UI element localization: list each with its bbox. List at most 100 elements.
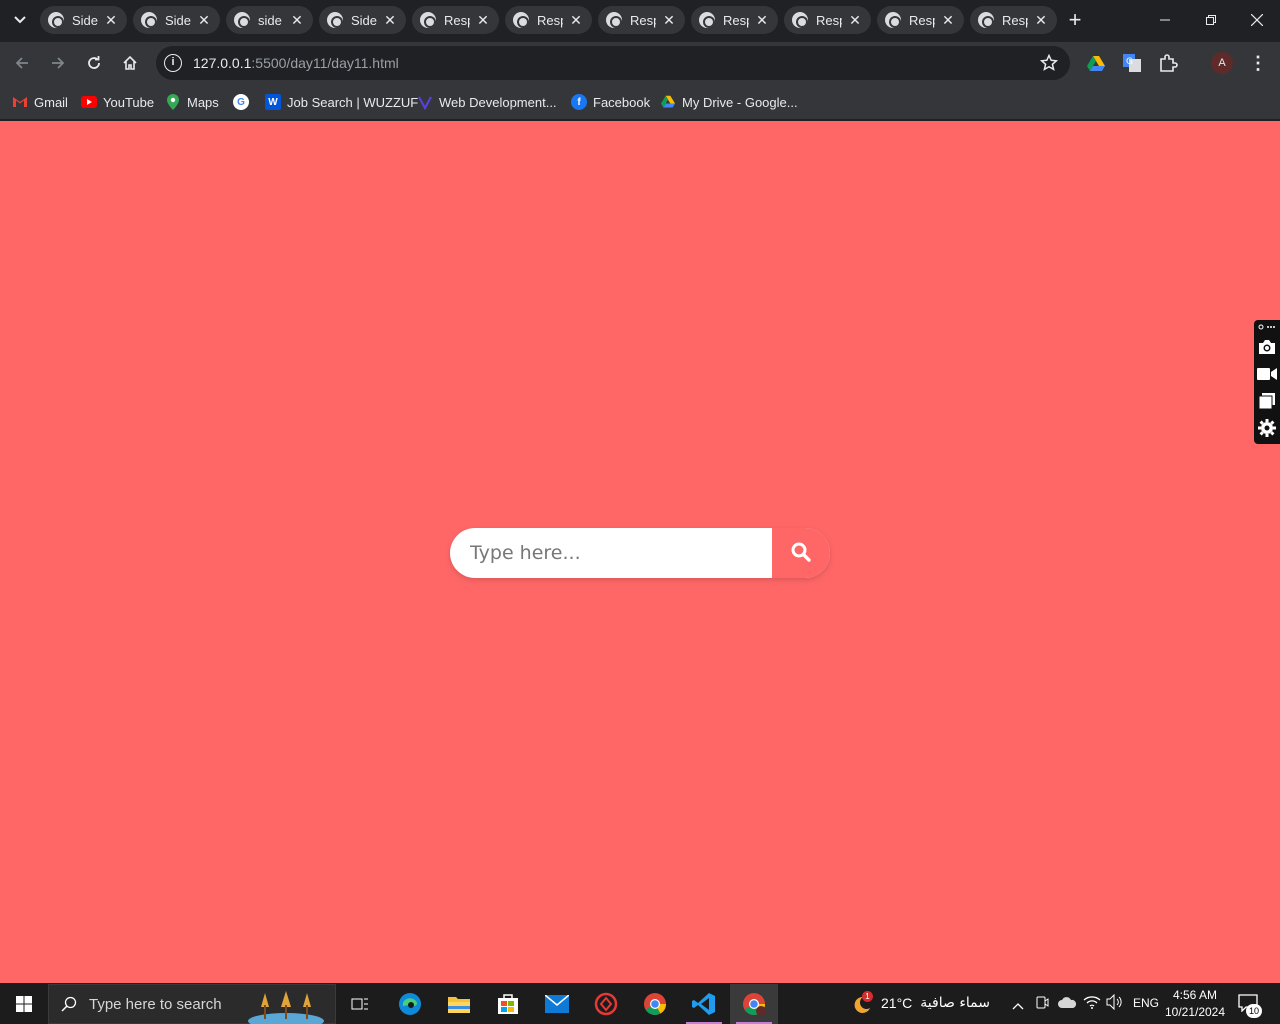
back-icon[interactable]	[8, 49, 36, 77]
wifi-icon[interactable]	[1083, 994, 1101, 1015]
video-camera-icon[interactable]	[1257, 364, 1277, 384]
bookmark-my-drive[interactable]: My Drive - Google...	[660, 92, 798, 112]
tab-title: Resp	[1002, 12, 1028, 28]
tab-search-chevron-icon[interactable]	[6, 8, 34, 32]
home-icon[interactable]	[116, 49, 144, 77]
reload-icon[interactable]	[80, 49, 108, 77]
tab[interactable]: Side ✕	[319, 6, 406, 34]
capture-toolbar	[1254, 320, 1280, 444]
google-drive-extension-icon[interactable]	[1086, 53, 1106, 73]
settings-gear-icon[interactable]	[1257, 418, 1277, 438]
tab[interactable]: Side ✕	[40, 6, 127, 34]
google-translate-extension-icon[interactable]: G	[1122, 53, 1142, 73]
mail-icon[interactable]	[533, 984, 581, 1024]
tab-title: side	[258, 12, 282, 28]
bookmark-google[interactable]: G	[233, 92, 255, 112]
globe-icon	[699, 12, 715, 28]
extensions-puzzle-icon[interactable]	[1158, 53, 1178, 73]
bookmark-star-icon[interactable]	[1039, 53, 1059, 77]
tab[interactable]: Resp ✕	[784, 6, 871, 34]
clock[interactable]: 4:56 AM 10/21/2024	[1160, 987, 1230, 1021]
tab-close-icon[interactable]: ✕	[103, 12, 119, 28]
restore-icon[interactable]	[1188, 0, 1234, 40]
globe-icon	[234, 12, 250, 28]
clock-time: 4:56 AM	[1172, 988, 1218, 1002]
globe-icon	[606, 12, 622, 28]
windows-taskbar: Type here to search 1 21°C سماء صافية EN…	[0, 984, 1280, 1024]
search-input[interactable]	[450, 528, 772, 578]
wuzzuf-icon: W	[265, 94, 281, 110]
web-dev-icon	[417, 94, 433, 110]
camera-icon[interactable]	[1257, 337, 1277, 357]
tab-close-icon[interactable]: ✕	[196, 12, 212, 28]
tab[interactable]: Resp ✕	[691, 6, 778, 34]
taskbar-search-box[interactable]: Type here to search	[48, 984, 336, 1024]
bookmark-facebook[interactable]: f Facebook	[571, 92, 650, 112]
gmail-icon	[12, 94, 28, 110]
bookmark-label: Web Development...	[439, 94, 557, 110]
more-options-icon[interactable]	[1257, 322, 1277, 332]
bookmark-gmail[interactable]: Gmail	[12, 92, 68, 112]
globe-icon	[420, 12, 436, 28]
page-content	[0, 121, 1280, 983]
tab[interactable]: side ✕	[226, 6, 313, 34]
tab-close-icon[interactable]: ✕	[661, 12, 677, 28]
file-explorer-icon[interactable]	[435, 984, 483, 1024]
tab-title: Resp	[537, 12, 563, 28]
search-button[interactable]	[772, 528, 830, 578]
bookmark-wuzzuf[interactable]: W Job Search | WUZZUF	[265, 92, 418, 112]
tab-close-icon[interactable]: ✕	[940, 12, 956, 28]
tab-close-icon[interactable]: ✕	[568, 12, 584, 28]
magnifier-icon	[61, 996, 77, 1012]
profile-avatar[interactable]: A	[1211, 52, 1233, 74]
google-icon: G	[233, 94, 249, 110]
meet-now-icon[interactable]	[1035, 995, 1049, 1016]
tab-close-icon[interactable]: ✕	[754, 12, 770, 28]
browser-toolbar: i 127.0.0.1:5500/day11/day11.html G A ⋮	[0, 42, 1280, 84]
forward-icon[interactable]	[44, 49, 72, 77]
tab-close-icon[interactable]: ✕	[382, 12, 398, 28]
language-indicator[interactable]: ENG	[1133, 996, 1159, 1010]
tab[interactable]: Resp ✕	[412, 6, 499, 34]
chrome-icon[interactable]	[631, 984, 679, 1024]
svg-text:G: G	[1126, 57, 1133, 67]
volume-icon[interactable]	[1106, 993, 1124, 1015]
bookmark-maps[interactable]: Maps	[165, 92, 219, 112]
address-bar[interactable]: i 127.0.0.1:5500/day11/day11.html	[156, 46, 1070, 80]
security-app-icon[interactable]	[582, 984, 630, 1024]
tab-title: Resp	[630, 12, 656, 28]
tab-close-icon[interactable]: ✕	[1033, 12, 1049, 28]
windows-start-icon[interactable]	[0, 984, 48, 1024]
close-window-icon[interactable]	[1234, 0, 1280, 40]
tab[interactable]: Side ✕	[133, 6, 220, 34]
drive-icon	[660, 94, 676, 110]
bookmark-label: Gmail	[34, 94, 68, 110]
edge-icon[interactable]	[386, 984, 434, 1024]
globe-icon	[141, 12, 157, 28]
bookmark-youtube[interactable]: YouTube	[81, 92, 154, 112]
weather-description[interactable]: سماء صافية	[918, 995, 990, 1011]
tab-close-icon[interactable]: ✕	[289, 12, 305, 28]
site-info-icon[interactable]: i	[164, 54, 182, 72]
youtube-icon	[81, 94, 97, 110]
tab[interactable]: Resp ✕	[505, 6, 592, 34]
url-text[interactable]: 127.0.0.1:5500/day11/day11.html	[193, 55, 399, 71]
tab[interactable]: Resp ✕	[877, 6, 964, 34]
bookmark-web-development[interactable]: Web Development...	[417, 92, 557, 112]
windows-icon[interactable]	[1257, 391, 1277, 411]
microsoft-store-icon[interactable]	[484, 984, 532, 1024]
show-hidden-icons-chevron-icon[interactable]	[1012, 997, 1024, 1015]
menu-kebab-icon[interactable]: ⋮	[1248, 52, 1268, 74]
tab-active[interactable]: Resp ✕	[970, 6, 1057, 34]
tab[interactable]: Resp ✕	[598, 6, 685, 34]
vscode-icon[interactable]	[680, 984, 728, 1024]
weather-badge: 1	[862, 991, 873, 1002]
onedrive-cloud-icon[interactable]	[1057, 996, 1077, 1015]
minimize-icon[interactable]	[1142, 0, 1188, 40]
tab-close-icon[interactable]: ✕	[475, 12, 491, 28]
chrome-profile-icon[interactable]	[730, 984, 778, 1024]
tab-close-icon[interactable]: ✕	[847, 12, 863, 28]
task-view-icon[interactable]	[336, 984, 384, 1024]
new-tab-icon[interactable]: +	[1061, 6, 1089, 34]
weather-temperature[interactable]: 21°C	[881, 995, 912, 1011]
